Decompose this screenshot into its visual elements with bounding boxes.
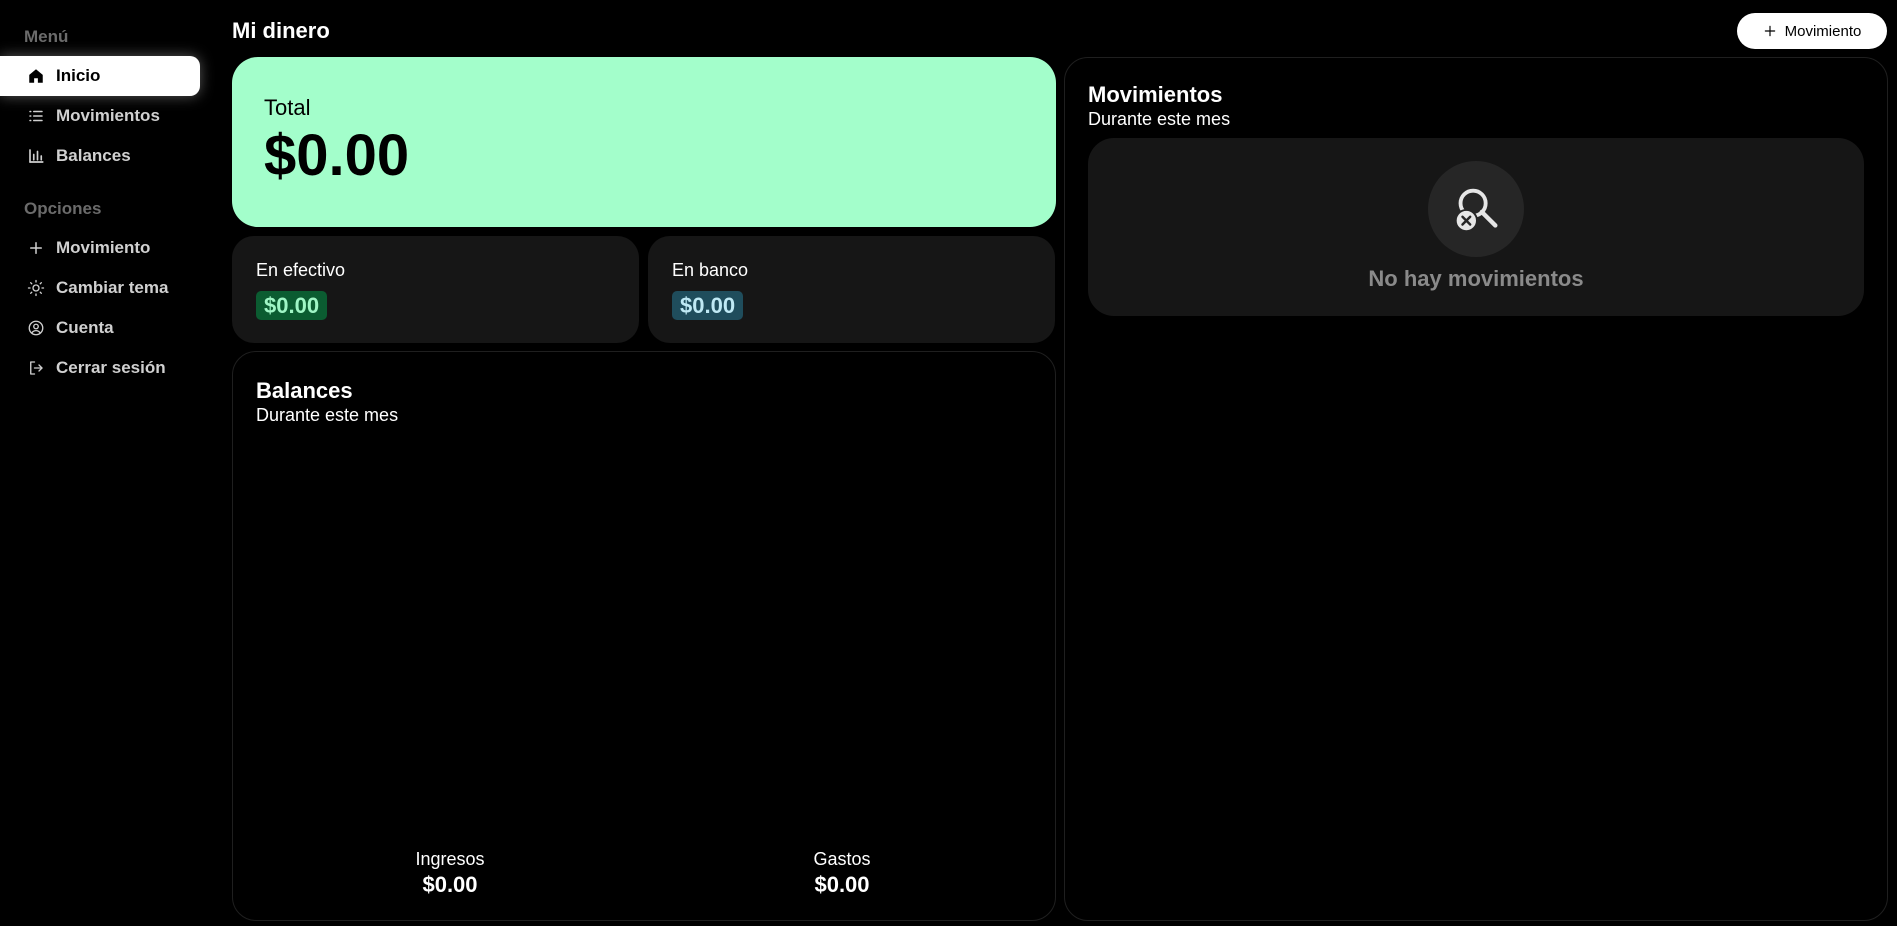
sidebar-item-add-movement[interactable]: Movimiento <box>0 228 200 268</box>
sidebar-item-label: Cuenta <box>56 318 114 337</box>
sidebar-item-inicio[interactable]: Inicio <box>0 56 200 96</box>
bank-value: $0.00 <box>672 291 744 320</box>
sidebar-item-logout[interactable]: Cerrar sesión <box>0 348 200 388</box>
expense-label: Gastos <box>813 849 871 869</box>
balances-subtitle: Durante este mes <box>256 405 399 425</box>
add-movement-button[interactable]: Movimiento <box>1737 13 1887 49</box>
sidebar-item-label: Cerrar sesión <box>56 358 166 377</box>
cash-card: En efectivo $0.00 <box>232 236 639 343</box>
sidebar-item-movimientos[interactable]: Movimientos <box>0 96 200 136</box>
cash-label: En efectivo <box>256 260 346 280</box>
sidebar-item-change-theme[interactable]: Cambiar tema <box>0 268 200 308</box>
income-label: Ingresos <box>415 849 485 869</box>
total-value: $0.00 <box>264 123 410 188</box>
options-section-title: Opciones <box>24 199 102 218</box>
add-movement-label: Movimiento <box>1784 22 1862 40</box>
sidebar: Menú Inicio Movimientos Balances Opcione… <box>0 0 212 926</box>
expense-summary: Gastos $0.00 <box>742 849 942 898</box>
home-icon <box>26 66 46 86</box>
cash-value: $0.00 <box>256 291 328 320</box>
sidebar-item-label: Inicio <box>56 66 101 85</box>
search-off-icon <box>1428 161 1524 257</box>
sun-icon <box>26 278 46 298</box>
bank-label: En banco <box>672 260 749 280</box>
sidebar-item-label: Balances <box>56 146 131 165</box>
bar-chart-icon <box>26 146 46 166</box>
movements-panel: Movimientos Durante este mes No hay movi… <box>1064 57 1888 921</box>
empty-state-text: No hay movimientos <box>1368 266 1584 291</box>
list-icon <box>26 106 46 126</box>
sidebar-item-account[interactable]: Cuenta <box>0 308 200 348</box>
sidebar-item-balances[interactable]: Balances <box>0 136 200 176</box>
movements-subtitle: Durante este mes <box>1088 109 1231 129</box>
total-label: Total <box>264 95 311 120</box>
user-circle-icon <box>26 318 46 338</box>
expense-value: $0.00 <box>814 872 870 897</box>
plus-icon <box>26 238 46 258</box>
balances-title: Balances <box>256 378 353 403</box>
movements-title: Movimientos <box>1088 82 1223 107</box>
total-card: Total $0.00 <box>232 57 1056 227</box>
logout-icon <box>26 358 46 378</box>
bank-card: En banco $0.00 <box>648 236 1055 343</box>
income-value: $0.00 <box>422 872 478 897</box>
sidebar-item-label: Movimiento <box>56 238 151 257</box>
sidebar-item-label: Cambiar tema <box>56 278 169 297</box>
empty-state: No hay movimientos <box>1088 138 1864 316</box>
sidebar-item-label: Movimientos <box>56 106 160 125</box>
income-summary: Ingresos $0.00 <box>350 849 550 898</box>
page-title: Mi dinero <box>232 18 330 43</box>
menu-section-title: Menú <box>24 27 69 46</box>
plus-icon <box>1764 25 1775 37</box>
balances-panel: Balances Durante este mes Ingresos $0.00… <box>232 351 1056 921</box>
